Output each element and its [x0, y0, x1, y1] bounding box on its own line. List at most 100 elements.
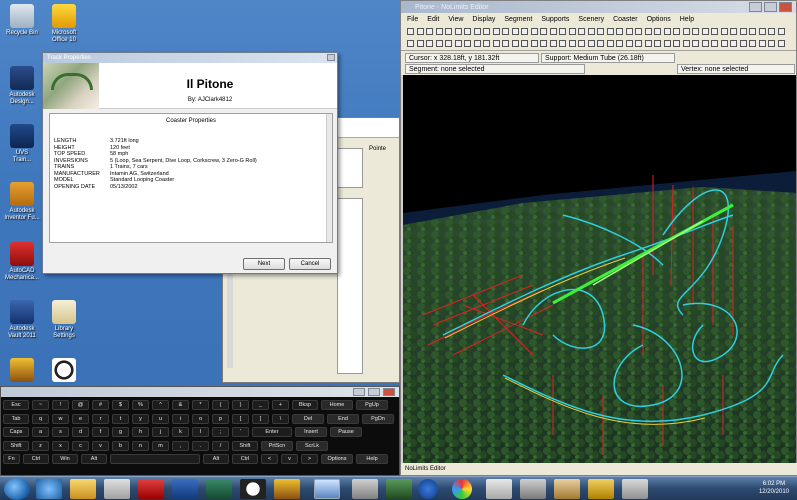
toolbar-button[interactable]	[502, 28, 509, 35]
toolbar-button[interactable]	[682, 40, 690, 47]
keyboard-key[interactable]: )	[232, 400, 249, 410]
keyboard-key[interactable]: o	[192, 413, 209, 424]
toolbar-button[interactable]	[711, 40, 718, 47]
toolbar-button[interactable]	[464, 28, 471, 35]
app4-taskbar-icon[interactable]	[588, 479, 614, 499]
microsoft-office-icon[interactable]: Microsoft Office 10	[44, 4, 84, 44]
toolbar-button[interactable]	[644, 28, 652, 35]
keyboard-key[interactable]: Esc	[3, 400, 29, 410]
menu-options[interactable]: Options	[647, 16, 671, 23]
keyboard-key[interactable]: ^	[152, 400, 169, 410]
keyboard-taskbar-icon[interactable]	[352, 479, 378, 499]
keyboard-key[interactable]: x	[52, 440, 69, 451]
keyboard-key[interactable]: v	[281, 454, 298, 464]
keyboard-key[interactable]: d	[72, 427, 89, 437]
toolbar-button[interactable]	[654, 28, 661, 35]
toolbar-button[interactable]	[445, 40, 452, 47]
keyboard-key[interactable]: $	[112, 400, 129, 410]
menu-segment[interactable]: Segment	[504, 16, 532, 23]
keyboard-key[interactable]: q	[32, 413, 49, 424]
toolbar-button[interactable]	[549, 40, 557, 47]
internet-explorer-icon[interactable]	[36, 479, 62, 499]
keyboard-key[interactable]: g	[112, 427, 129, 437]
start-button[interactable]	[4, 478, 30, 500]
keyboard-key[interactable]: c	[72, 440, 89, 451]
toolbar-button[interactable]	[483, 28, 490, 35]
toolbar-button[interactable]	[749, 40, 756, 47]
toolbar-button[interactable]	[521, 40, 528, 47]
toolbar-button[interactable]	[511, 40, 519, 47]
keyboard-key[interactable]: ;	[212, 427, 229, 437]
toolbar-button[interactable]	[559, 28, 566, 35]
keyboard-key[interactable]: !	[52, 400, 69, 410]
toolbar-button[interactable]	[540, 40, 547, 47]
uvs-train-icon[interactable]: UVS Train...	[2, 124, 42, 164]
toolbar-button[interactable]	[663, 28, 671, 35]
menu-supports[interactable]: Supports	[541, 16, 569, 23]
toolbar-button[interactable]	[692, 40, 699, 47]
toolbar-button[interactable]	[492, 40, 500, 47]
toolbar-button[interactable]	[749, 28, 756, 35]
toolbar-button[interactable]	[407, 40, 414, 47]
toolbar-button[interactable]	[711, 28, 718, 35]
menu-file[interactable]: File	[407, 16, 418, 23]
keyboard-key[interactable]: %	[132, 400, 149, 410]
toolbar-button[interactable]	[730, 40, 737, 47]
toolbar-button[interactable]	[682, 28, 690, 35]
keyboard-key[interactable]: a	[32, 427, 49, 437]
keyboard-key[interactable]: Options	[321, 454, 353, 464]
toolbar-button[interactable]	[435, 40, 443, 47]
toolbar-button[interactable]	[492, 28, 500, 35]
keyboard-key[interactable]: >	[301, 454, 318, 464]
keyboard-key[interactable]: Insert	[295, 427, 327, 437]
keyboard-key[interactable]: n	[132, 440, 149, 451]
toolbar-button[interactable]	[483, 40, 490, 47]
toolbar-button[interactable]	[758, 28, 766, 35]
toolbar-button[interactable]	[720, 28, 728, 35]
close-icon[interactable]	[327, 54, 335, 61]
toolbar-button[interactable]	[530, 28, 538, 35]
keyboard-key[interactable]: *	[192, 400, 209, 410]
clock[interactable]: 6:02 PM 12/20/2010	[759, 480, 789, 496]
keyboard-key[interactable]: Alt	[203, 454, 229, 464]
toolbar-button[interactable]	[416, 28, 424, 35]
keyboard-key[interactable]: h	[132, 427, 149, 437]
toolbar-button[interactable]	[587, 28, 595, 35]
file-explorer-icon[interactable]	[70, 479, 96, 499]
keyboard-key[interactable]: Ctrl	[232, 454, 258, 464]
toolbar-button[interactable]	[502, 40, 509, 47]
toolbar-button[interactable]	[625, 28, 633, 35]
keyboard-key[interactable]: z	[32, 440, 49, 451]
app2-taskbar-icon[interactable]	[520, 479, 546, 499]
keyboard-key[interactable]: Bksp	[292, 400, 318, 410]
minimize-button[interactable]	[353, 388, 365, 396]
keyboard-key[interactable]: _	[252, 400, 269, 410]
toolbar-button[interactable]	[635, 40, 642, 47]
keyboard-key[interactable]: Tab	[3, 413, 29, 424]
toolbar-button[interactable]	[521, 28, 528, 35]
autodesk-design-icon[interactable]: Autodesk Design...	[2, 66, 42, 106]
keyboard-key[interactable]: .	[192, 440, 209, 451]
recycle-bin-icon[interactable]: Recycle Bin	[2, 4, 42, 37]
keyboard-key[interactable]: p	[212, 413, 229, 424]
toolbar-button[interactable]	[635, 28, 642, 35]
keyboard-key[interactable]: \	[272, 413, 289, 424]
keyboard-key[interactable]: Fn	[3, 454, 20, 464]
tool-taskbar-icon[interactable]	[386, 479, 412, 499]
properties-scrollbar[interactable]	[326, 114, 332, 242]
keyboard-key[interactable]: (	[212, 400, 229, 410]
toolbar-button[interactable]	[578, 40, 585, 47]
toolbar-button[interactable]	[445, 28, 452, 35]
maximize-button[interactable]	[368, 388, 380, 396]
3d-viewport[interactable]	[403, 75, 796, 463]
cancel-button[interactable]: Cancel	[289, 258, 331, 270]
keyboard-key[interactable]: ,	[172, 440, 189, 451]
toolbar-button[interactable]	[435, 28, 443, 35]
keyboard-key[interactable]: f	[92, 427, 109, 437]
toolbar-button[interactable]	[692, 28, 699, 35]
toolbar-button[interactable]	[701, 40, 709, 47]
toolbar-button[interactable]	[511, 28, 519, 35]
toolbar-button[interactable]	[777, 28, 785, 35]
panel-box-list[interactable]	[337, 198, 363, 374]
keyboard-key[interactable]: Pause	[330, 427, 362, 437]
